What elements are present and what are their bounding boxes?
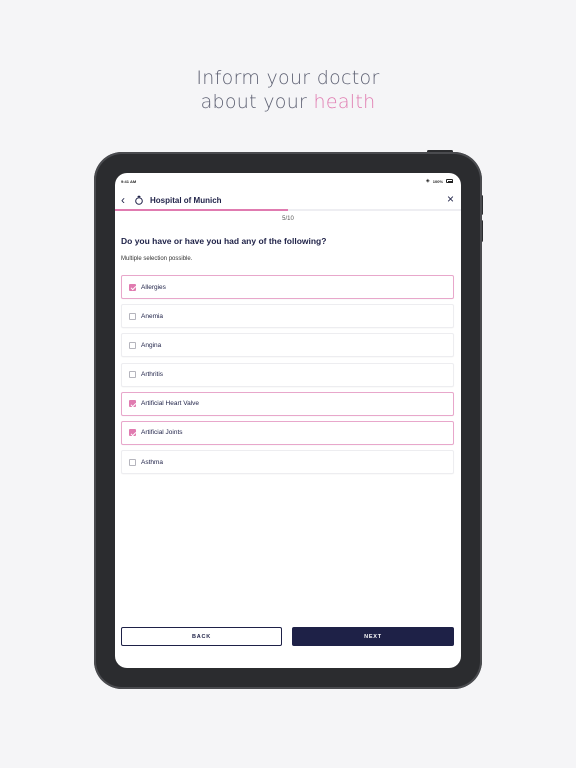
checkbox-icon[interactable] [129,341,136,349]
option-item[interactable]: Allergies [121,275,454,299]
status-time: 9:41 AM [121,179,137,184]
checkbox-checked-icon[interactable] [129,283,136,291]
option-item[interactable]: Arthritis [121,362,454,387]
next-button[interactable]: NEXT [292,627,454,646]
back-button[interactable]: BACK [121,627,282,646]
app-header: ‹ Hospital of Munich × [115,192,461,210]
status-bar: 9:41 AM ◈ 100% [115,173,461,189]
checkbox-icon[interactable] [129,458,136,466]
hospital-logo-icon [135,195,143,205]
checkbox-checked-icon[interactable] [129,400,136,408]
chevron-left-icon[interactable]: ‹ [121,194,131,206]
option-item[interactable]: Angina [121,333,454,358]
option-label: Artificial Heart Valve [141,400,200,408]
option-label: Asthma [141,458,164,466]
app-screen: 9:41 AM ◈ 100% ‹ Hospital of Munich × 5/… [115,173,461,668]
step-counter: 5/10 [282,216,294,222]
option-item[interactable]: Artificial Heart Valve [121,391,454,416]
question-title: Do you have or have you had any of the f… [121,236,327,246]
wifi-icon: ◈ [425,178,430,184]
marketing-headline: Inform your doctor about your health [0,66,576,114]
options-list: Allergies Anemia Angina Arthritis Artificial… [121,275,454,479]
progress-bar-fill [115,209,288,211]
option-item[interactable]: Artificial Joints [121,420,454,445]
option-label: Angina [141,341,162,349]
close-icon[interactable]: × [447,193,454,205]
progress-bar [115,209,461,211]
hospital-name: Hospital of Munich [150,196,222,205]
option-label: Allergies [141,283,166,291]
headline-line-2-prefix: about your [200,91,314,113]
headline-accent: health [313,91,376,113]
option-label: Arthritis [141,371,164,379]
checkbox-checked-icon[interactable] [129,429,136,437]
headline-line-1: Inform your doctor [196,67,380,89]
checkbox-icon[interactable] [129,371,136,379]
status-right: ◈ 100% [426,178,453,184]
option-item[interactable]: Anemia [121,304,454,329]
question-hint: Multiple selection possible. [121,256,193,262]
option-label: Artificial Joints [141,429,183,437]
checkbox-icon[interactable] [129,312,136,320]
battery-icon [446,179,453,183]
option-item[interactable]: Asthma [121,450,454,475]
battery-percent: 100% [432,178,443,184]
headline-line-2: about your health [0,90,576,114]
option-label: Anemia [141,312,164,320]
